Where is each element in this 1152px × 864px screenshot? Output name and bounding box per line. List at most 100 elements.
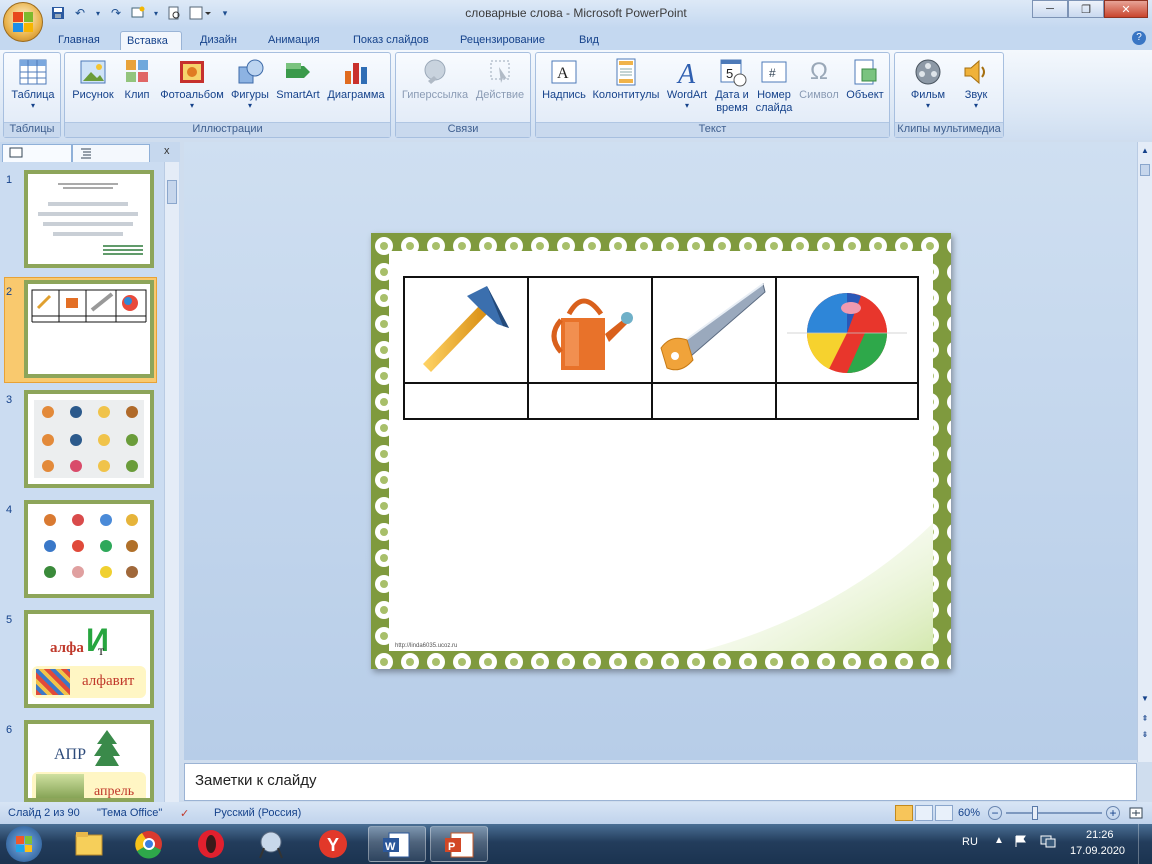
scroll-down-icon[interactable]: ▼ [1140, 694, 1150, 706]
slide-sorter-icon[interactable] [915, 805, 933, 821]
slide-number: 1 [6, 174, 13, 186]
slide-thumbnail-6[interactable]: АПР апрель [24, 720, 154, 802]
slidenumber-button[interactable]: # Номер слайда [753, 57, 795, 115]
dropdown-arrow-icon: ▾ [247, 101, 252, 110]
minimize-button[interactable]: ─ [1032, 0, 1068, 18]
taskbar-chrome[interactable] [120, 826, 178, 862]
table-cell-empty[interactable] [527, 382, 653, 420]
slide-thumbnail-2[interactable] [24, 280, 154, 378]
zoom-slider-thumb[interactable] [1031, 806, 1038, 820]
textbox-button[interactable]: A Надпись [539, 57, 589, 102]
zoom-level[interactable]: 60% [958, 807, 980, 819]
close-button[interactable]: ✕ [1104, 0, 1148, 18]
slideshow-view-icon[interactable] [935, 805, 953, 821]
slide5-word-box: алфавит [32, 666, 146, 698]
symbol-button[interactable]: Ω Символ [797, 57, 841, 102]
taskbar-opera[interactable] [182, 826, 240, 862]
theme-name[interactable]: "Тема Office" [97, 807, 162, 819]
movie-button[interactable]: Фильм ▾ [903, 57, 953, 110]
help-icon[interactable]: ? [1132, 31, 1146, 45]
action-icon [485, 57, 515, 87]
dropdown-arrow-icon: ▾ [925, 101, 930, 110]
current-slide[interactable]: http://linda6035.ucoz.ru [371, 233, 951, 669]
show-desktop-button[interactable] [1138, 824, 1152, 864]
editor-scrollbar[interactable]: ▲ ▼ ⇞ ⇟ [1137, 142, 1152, 762]
slide-thumbnail-1[interactable] [24, 170, 154, 268]
spellcheck-icon[interactable]: ✓ [180, 807, 189, 820]
restore-button[interactable]: ❐ [1068, 0, 1104, 18]
object-button[interactable]: Объект [842, 57, 888, 102]
photoalbum-button[interactable]: Фотоальбом ▾ [157, 57, 227, 110]
slide-number: 6 [6, 724, 13, 736]
clock-time[interactable]: 21:26 [1086, 829, 1114, 841]
chart-button[interactable]: Диаграмма [325, 57, 387, 102]
language-indicator[interactable]: Русский (Россия) [214, 807, 301, 819]
fit-slide-icon[interactable] [1128, 805, 1144, 821]
scrollbar-thumb[interactable] [167, 180, 177, 204]
tab-design[interactable]: Дизайн [194, 31, 243, 50]
speaker-icon [961, 57, 991, 87]
table-button[interactable]: Таблица ▾ [8, 57, 58, 110]
scrollbar-thumb[interactable] [1140, 164, 1150, 176]
wordart-button[interactable]: A WordArt ▾ [663, 57, 711, 110]
scroll-up-icon[interactable]: ▲ [1140, 146, 1150, 158]
zoom-in-icon[interactable]: + [1106, 806, 1120, 820]
network-icon[interactable] [1040, 834, 1056, 848]
tray-expand-icon[interactable]: ▲ [994, 835, 1004, 846]
zoom-out-icon[interactable]: − [988, 806, 1002, 820]
tab-slideshow[interactable]: Показ слайдов [347, 31, 435, 50]
datetime-button[interactable]: 5 Дата и время [713, 57, 751, 115]
picture-button[interactable]: Рисунок [69, 57, 117, 102]
ribbon-tabs: Главная Вставка Дизайн Анимация Показ сл… [0, 28, 1152, 50]
keyboard-language[interactable]: RU [962, 836, 978, 848]
clock-date[interactable]: 17.09.2020 [1070, 845, 1125, 857]
slide-footer-url: http://linda6035.ucoz.ru [395, 643, 458, 649]
alphabet-picture [36, 669, 70, 695]
table-cell-empty[interactable] [651, 382, 777, 420]
taskbar-yandex[interactable]: Y [304, 826, 362, 862]
smartart-button[interactable]: SmartArt [273, 57, 323, 102]
hyperlink-button[interactable]: Гиперссылка [400, 57, 470, 102]
taskbar-explorer[interactable] [60, 826, 118, 862]
word-table[interactable] [403, 276, 919, 420]
group-label-media: Клипы мультимедиа [895, 122, 1003, 137]
start-button[interactable] [6, 826, 42, 862]
clip-button[interactable]: Клип [119, 57, 155, 102]
tab-insert[interactable]: Вставка [120, 31, 182, 50]
tab-view[interactable]: Вид [573, 31, 605, 50]
flag-icon[interactable] [1014, 834, 1028, 848]
windows-taskbar: Y W P RU ▲ 21:26 17.09.2020 [0, 824, 1152, 864]
slide-thumbnail-5[interactable]: алфа И т алфавит [24, 610, 154, 708]
group-label-links: Связи [396, 122, 530, 137]
close-panel-button[interactable]: x [164, 145, 170, 157]
view-buttons [895, 805, 953, 821]
tab-review[interactable]: Рецензирование [454, 31, 551, 50]
taskbar-snipping-tool[interactable] [242, 826, 300, 862]
normal-view-icon[interactable] [895, 805, 913, 821]
shapes-button[interactable]: Фигуры ▾ [229, 57, 271, 110]
table-cell-ball[interactable] [775, 276, 919, 384]
table-cell-empty[interactable] [775, 382, 919, 420]
notes-pane[interactable]: Заметки к слайду [184, 763, 1137, 801]
object-icon [850, 57, 880, 87]
next-slide-icon[interactable]: ⇟ [1140, 730, 1150, 742]
tab-animation[interactable]: Анимация [262, 31, 326, 50]
table-cell-empty[interactable] [403, 382, 529, 420]
slide-thumbnail-4[interactable] [24, 500, 154, 598]
headerfooter-button[interactable]: Колонтитулы [591, 57, 661, 102]
office-button[interactable] [3, 2, 43, 42]
zoom-slider-track[interactable] [1006, 812, 1102, 814]
table-cell-watering-can[interactable] [527, 276, 653, 384]
taskbar-powerpoint[interactable]: P [430, 826, 488, 862]
action-button[interactable]: Действие [472, 57, 528, 102]
slides-panel-scrollbar[interactable] [164, 162, 179, 802]
slide-thumbnail-3[interactable] [24, 390, 154, 488]
table-cell-saw[interactable] [651, 276, 777, 384]
sound-button[interactable]: Звук ▾ [953, 57, 999, 110]
table-cell-hammer[interactable] [403, 276, 529, 384]
previous-slide-icon[interactable]: ⇞ [1140, 714, 1150, 726]
slides-tab[interactable] [2, 144, 72, 162]
tab-home[interactable]: Главная [52, 31, 106, 50]
taskbar-word[interactable]: W [368, 826, 426, 862]
outline-tab[interactable] [72, 144, 150, 162]
